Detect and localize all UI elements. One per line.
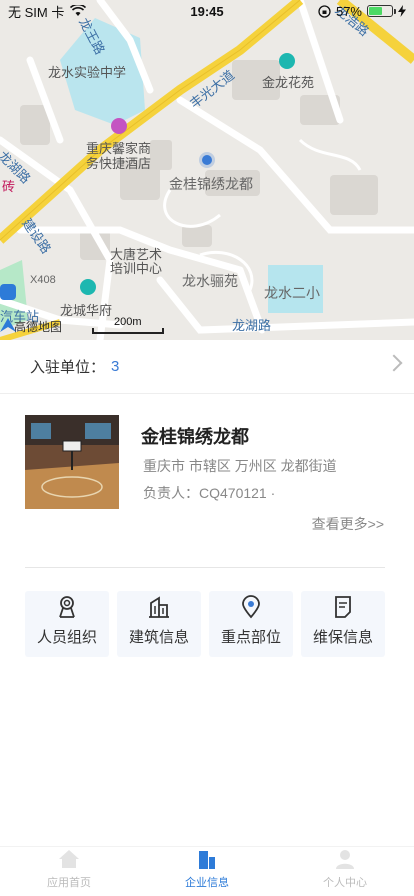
tab-label-enterprise: 企业信息 xyxy=(185,877,229,889)
grid-item-key-areas[interactable]: 重点部位 xyxy=(209,591,293,657)
map-label-longshui-lijing: 龙水骊苑 xyxy=(182,273,238,289)
document-icon xyxy=(335,596,351,618)
poi-school-icon xyxy=(80,279,96,295)
location-pin-icon xyxy=(242,595,260,619)
bottom-tab-bar: 应用首页 企业信息 个人中心 xyxy=(0,846,414,896)
map-label-longshui-school: 龙水实验中学 xyxy=(48,65,127,80)
grid-item-personnel[interactable]: 人员组织 xyxy=(25,591,109,657)
enterprise-title: 金桂锦绣龙都 xyxy=(141,427,249,447)
map-label-longhu-road-bottom: 龙湖路 xyxy=(232,318,272,333)
section-divider xyxy=(25,567,385,568)
grid-label-personnel: 人员组织 xyxy=(36,629,97,646)
map-label-x408: X408 xyxy=(30,274,56,286)
map-scale-label: 200m xyxy=(114,316,142,328)
battery-icon xyxy=(367,5,396,17)
grid-item-maintenance[interactable]: 维保信息 xyxy=(301,591,385,657)
poi-hotel-icon xyxy=(111,118,127,134)
home-icon xyxy=(59,850,79,868)
user-icon xyxy=(336,850,354,869)
map-label-gaode: 高德地图 xyxy=(14,320,63,334)
building-icon xyxy=(149,596,169,618)
map-label-datang-line2: 培训中心 xyxy=(110,261,163,276)
orientation-lock-icon xyxy=(318,4,331,18)
bus-station-icon xyxy=(0,284,16,300)
map-view[interactable]: 龙王路 龙水实验中学 丰光大道 龙浩路 金龙花苑 龙湖路 重庆馨家商 务快捷酒店… xyxy=(0,0,414,340)
battery-percent: 57% xyxy=(335,3,362,19)
status-bar: 无 SIM 卡 19:45 57% xyxy=(0,0,414,22)
view-more-link[interactable]: 查看更多>> xyxy=(312,514,384,534)
enterprise-address: 重庆市 市辖区 万州区 龙都街道 xyxy=(143,458,337,474)
map-label-jingui: 金桂锦绣龙都 xyxy=(169,176,253,192)
map-label-hotel-line2: 务快捷酒店 xyxy=(86,156,152,171)
map-scale-bar xyxy=(92,328,164,334)
tab-profile[interactable]: 个人中心 xyxy=(276,847,414,896)
charging-icon xyxy=(398,5,406,17)
grid-label-key-areas: 重点部位 xyxy=(220,629,281,646)
enterprise-card[interactable]: 金桂锦绣龙都 重庆市 市辖区 万州区 龙都街道 负责人：CQ470121 · xyxy=(25,415,385,515)
enterprise-owner: 负责人：CQ470121 · xyxy=(143,485,276,501)
grid-label-building: 建筑信息 xyxy=(128,629,189,646)
enterprise-count-row[interactable]: 入驻单位： 3 xyxy=(0,340,414,394)
map-label-longcheng: 龙城华府 xyxy=(60,303,113,318)
enterprise-count-label: 入驻单位： xyxy=(30,359,106,376)
tab-home[interactable]: 应用首页 xyxy=(0,847,138,896)
wifi-icon xyxy=(70,5,87,16)
person-badge-icon xyxy=(59,596,75,618)
function-grid: 人员组织 建筑信息 重点部位 维保信息 xyxy=(25,591,385,657)
poi-garden-icon xyxy=(279,53,295,69)
current-location-marker xyxy=(202,155,212,165)
tab-label-home: 应用首页 xyxy=(47,877,91,889)
tab-enterprise[interactable]: 企业信息 xyxy=(138,847,276,896)
grid-label-maintenance: 维保信息 xyxy=(312,629,373,646)
tab-label-profile: 个人中心 xyxy=(323,877,367,889)
enterprise-photo xyxy=(25,415,119,509)
chevron-right-icon[interactable] xyxy=(385,354,403,372)
enterprise-count-value: 3 xyxy=(111,358,120,375)
map-label-jinlong-garden: 金龙花苑 xyxy=(262,75,315,90)
gaode-logo-icon xyxy=(0,318,16,332)
grid-item-building[interactable]: 建筑信息 xyxy=(117,591,201,657)
map-label-zhuan: 砖 xyxy=(2,179,16,194)
buildings-icon xyxy=(199,851,215,869)
map-label-longshui-2: 龙水二小 xyxy=(264,285,320,301)
carrier-text: 无 SIM 卡 xyxy=(8,4,65,20)
